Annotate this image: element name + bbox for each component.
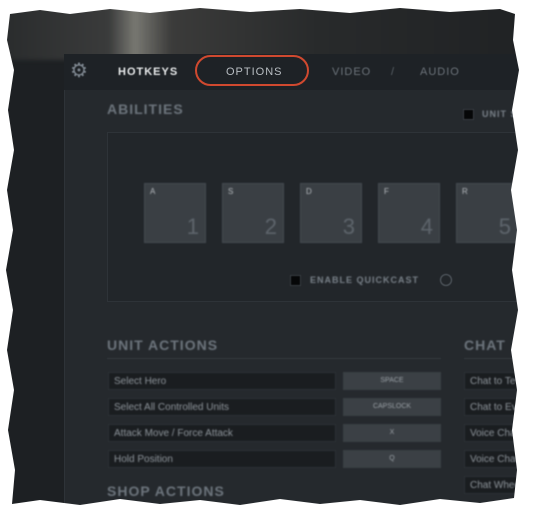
slot-number: 5 bbox=[498, 214, 511, 239]
ability-slot-3[interactable]: D 3 bbox=[300, 183, 362, 243]
abilities-title: ABILITIES bbox=[107, 101, 184, 117]
info-icon[interactable] bbox=[440, 274, 452, 286]
chat-row-label: Voice Chat bbox=[464, 450, 534, 468]
slot-key: R bbox=[462, 187, 468, 196]
hotkey-binding-button[interactable]: CAPSLOCK bbox=[343, 398, 441, 416]
slot-number: 2 bbox=[264, 214, 277, 239]
tab-hotkeys[interactable]: HOTKEYS bbox=[118, 66, 178, 78]
chat-row-label: Chat to Eve bbox=[464, 398, 534, 416]
chat-row-label: Voice Chat bbox=[464, 424, 534, 442]
slot-number: 1 bbox=[186, 214, 199, 239]
chat-row-label: Chat Whee bbox=[464, 476, 534, 494]
slot-key: F bbox=[384, 187, 389, 196]
chat-row-label: Chat to Te bbox=[464, 372, 534, 390]
hotkey-binding-button[interactable]: SPACE bbox=[343, 372, 441, 390]
hotkey-row-label: Select All Controlled Units bbox=[108, 398, 336, 416]
chat-divider bbox=[464, 358, 534, 359]
slot-key: A bbox=[150, 187, 156, 196]
ability-slot-2[interactable]: S 2 bbox=[222, 183, 284, 243]
quickcast-checkbox[interactable] bbox=[290, 275, 301, 286]
unit-specific-label: UNIT SP bbox=[482, 109, 525, 119]
hotkey-row-label: Select Hero bbox=[108, 372, 336, 390]
shop-actions-title: SHOP ACTIONS bbox=[107, 483, 225, 499]
slot-key: D bbox=[306, 187, 312, 196]
ability-slot-5[interactable]: R 5 bbox=[456, 183, 518, 243]
slot-key: S bbox=[228, 187, 234, 196]
options-highlight-circle bbox=[195, 55, 309, 86]
quickcast-label: ENABLE QUICKCAST bbox=[310, 275, 420, 285]
slot-number: 3 bbox=[342, 214, 355, 239]
top-background bbox=[4, 4, 528, 60]
tab-separator: / bbox=[391, 66, 395, 78]
slot-number: 4 bbox=[420, 214, 433, 239]
tab-video[interactable]: VIDEO bbox=[332, 66, 371, 78]
hotkey-binding-button[interactable]: Q bbox=[343, 450, 441, 468]
gear-icon[interactable]: ⚙ bbox=[68, 60, 90, 82]
tab-audio[interactable]: AUDIO bbox=[420, 66, 460, 78]
unit-actions-divider bbox=[107, 358, 441, 359]
ability-slot-4[interactable]: F 4 bbox=[378, 183, 440, 243]
hotkey-row-label: Attack Move / Force Attack bbox=[108, 424, 336, 442]
ability-slot-1[interactable]: A 1 bbox=[144, 183, 206, 243]
unit-specific-checkbox[interactable] bbox=[463, 109, 474, 120]
hotkey-binding-button[interactable]: X bbox=[343, 424, 441, 442]
chat-title: CHAT bbox=[464, 337, 506, 353]
unit-actions-title: UNIT ACTIONS bbox=[107, 337, 219, 353]
hotkey-row-label: Hold Position bbox=[108, 450, 336, 468]
